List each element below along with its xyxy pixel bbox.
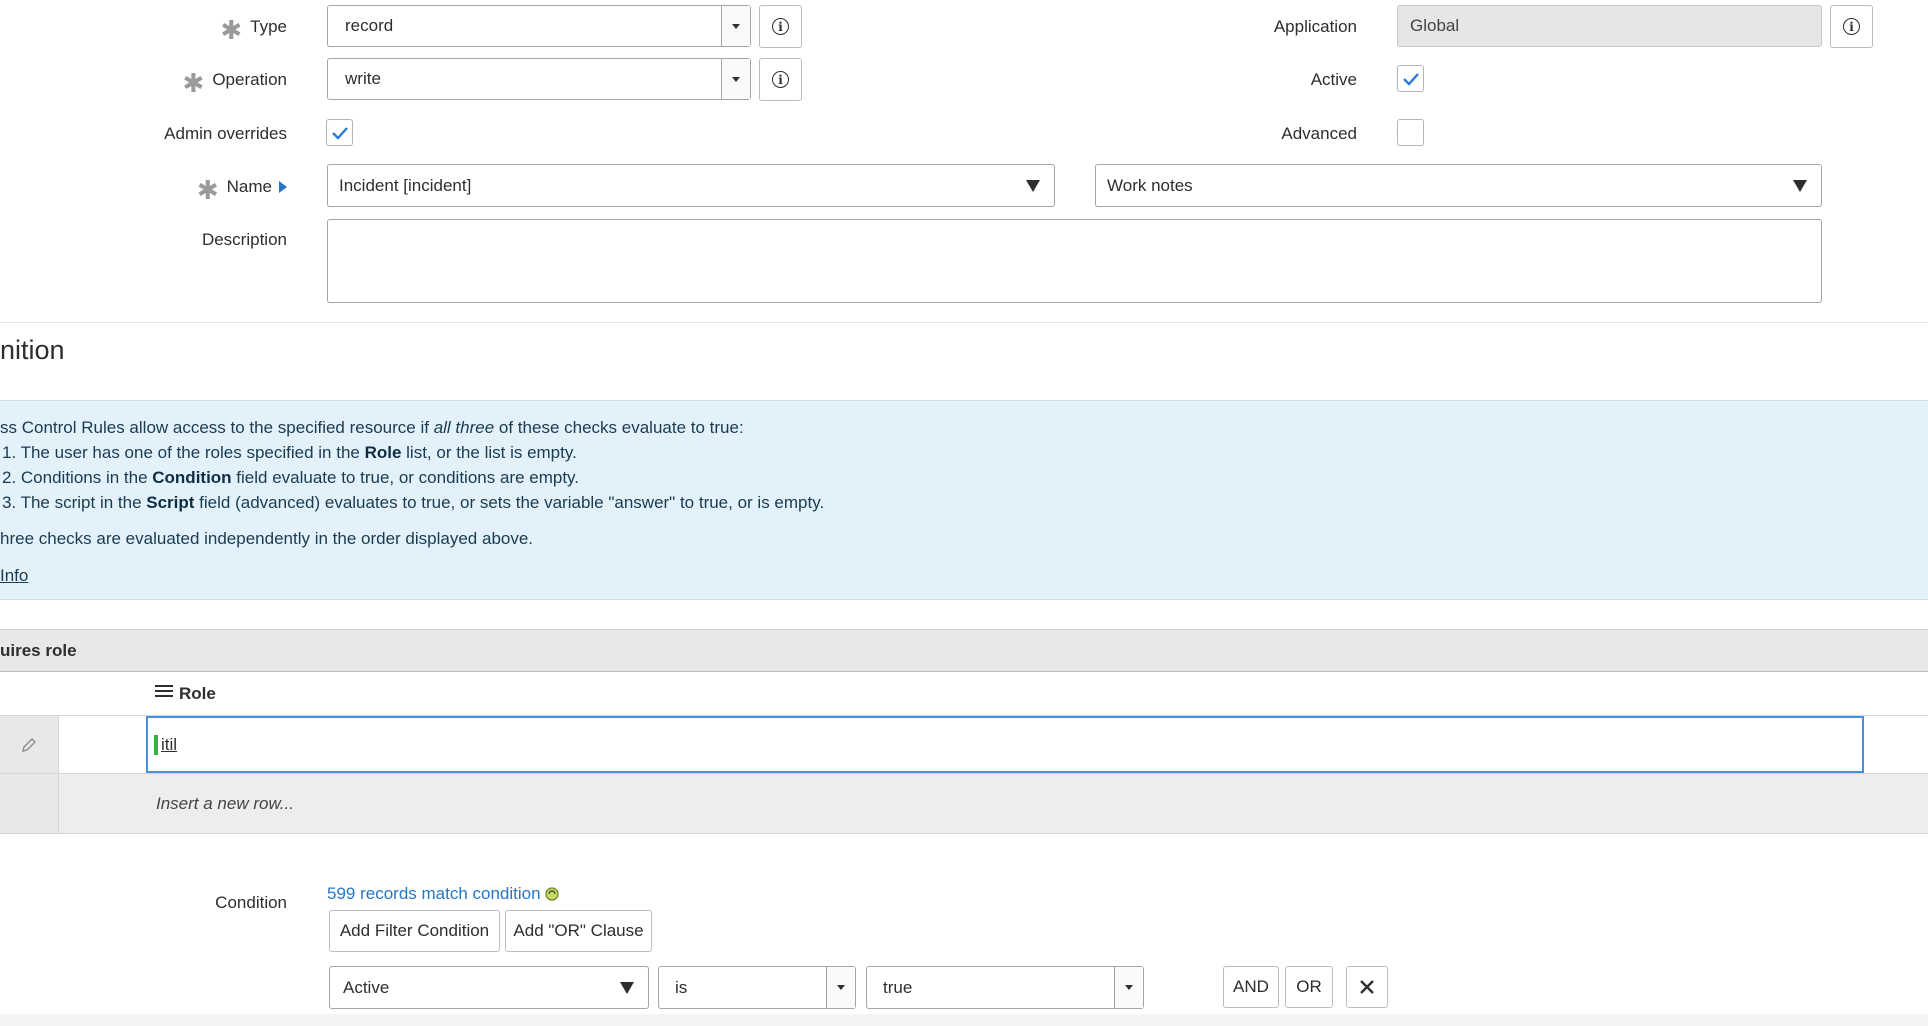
- definition-order-note: hree checks are evaluated independently …: [0, 529, 534, 548]
- chevron-down-icon: [1793, 179, 1807, 192]
- role-column-header[interactable]: Role: [0, 672, 1928, 716]
- application-field: Global: [1397, 5, 1822, 47]
- condition-match-link[interactable]: 599 records match condition: [327, 884, 561, 904]
- operation-label: ✱ Operation: [182, 67, 287, 98]
- cursor-marker: [154, 734, 158, 755]
- required-icon: ✱: [220, 14, 243, 45]
- type-label: ✱ Type: [220, 14, 287, 45]
- condition-operator-select[interactable]: is: [658, 966, 856, 1009]
- definition-item-2: 2. Conditions in the Condition field eva…: [2, 468, 580, 487]
- condition-field-select[interactable]: Active: [329, 966, 649, 1009]
- row-edit-cell[interactable]: [0, 716, 59, 773]
- description-label: Description: [201, 229, 287, 249]
- name-table-select[interactable]: Incident [incident]: [327, 164, 1055, 207]
- definition-title: nition: [0, 335, 65, 365]
- chevron-down-icon: [732, 76, 740, 82]
- admin-overrides-checkbox[interactable]: [326, 119, 353, 146]
- definition-item-3: 3. The script in the Script field (advan…: [2, 493, 825, 512]
- more-info-link[interactable]: Info: [0, 566, 28, 586]
- add-or-clause-button[interactable]: Add "OR" Clause: [505, 910, 652, 952]
- add-filter-condition-button[interactable]: Add Filter Condition: [329, 910, 500, 952]
- checkmark-icon: [1402, 72, 1419, 86]
- active-checkbox[interactable]: [1397, 65, 1424, 92]
- name-field-select[interactable]: Work notes: [1095, 164, 1822, 207]
- admin-overrides-label: Admin overrides: [164, 123, 287, 143]
- insert-row[interactable]: Insert a new row...: [0, 774, 1928, 834]
- application-label: Application: [1273, 16, 1357, 36]
- caret-right-icon: [279, 180, 287, 193]
- refresh-icon[interactable]: [543, 885, 561, 903]
- table-row: itil: [0, 716, 1928, 774]
- condition-value-select[interactable]: true: [866, 966, 1144, 1009]
- chevron-down-icon: [837, 985, 845, 990]
- info-icon: i: [772, 18, 789, 35]
- remove-condition-button[interactable]: [1346, 966, 1388, 1008]
- requires-role-header: uires role: [0, 629, 1928, 672]
- type-select[interactable]: record: [327, 5, 751, 47]
- operation-select[interactable]: write: [327, 58, 751, 100]
- definition-intro: ss Control Rules allow access to the spe…: [0, 418, 744, 437]
- advanced-checkbox[interactable]: [1397, 119, 1424, 146]
- section-divider: [0, 322, 1928, 323]
- pencil-icon: [22, 737, 36, 752]
- chevron-down-icon: [1026, 179, 1040, 192]
- checkmark-icon: [331, 126, 348, 140]
- info-icon: i: [1843, 18, 1860, 35]
- definition-item-1: 1. The user has one of the roles specifi…: [2, 443, 577, 462]
- name-label: ✱ Name: [170, 168, 287, 205]
- application-info-button[interactable]: i: [1830, 5, 1873, 48]
- condition-label: Condition: [215, 892, 287, 912]
- and-button[interactable]: AND: [1223, 966, 1279, 1008]
- advanced-label: Advanced: [1281, 123, 1357, 143]
- required-icon: ✱: [182, 67, 205, 98]
- info-icon: i: [772, 71, 789, 88]
- bottom-strip: [0, 1014, 1928, 1026]
- description-textarea[interactable]: [327, 219, 1822, 303]
- close-icon: [1360, 980, 1374, 994]
- chevron-down-icon: [1125, 985, 1133, 990]
- operation-info-button[interactable]: i: [759, 58, 802, 101]
- chevron-down-icon: [620, 981, 634, 994]
- required-icon: ✱: [196, 174, 219, 205]
- active-label: Active: [1310, 69, 1357, 89]
- definition-info-panel: ss Control Rules allow access to the spe…: [0, 400, 1928, 600]
- type-info-button[interactable]: i: [759, 5, 802, 48]
- or-button[interactable]: OR: [1285, 966, 1333, 1008]
- role-edit-input[interactable]: itil: [146, 716, 1864, 773]
- menu-icon[interactable]: [155, 685, 173, 697]
- chevron-down-icon: [732, 23, 740, 29]
